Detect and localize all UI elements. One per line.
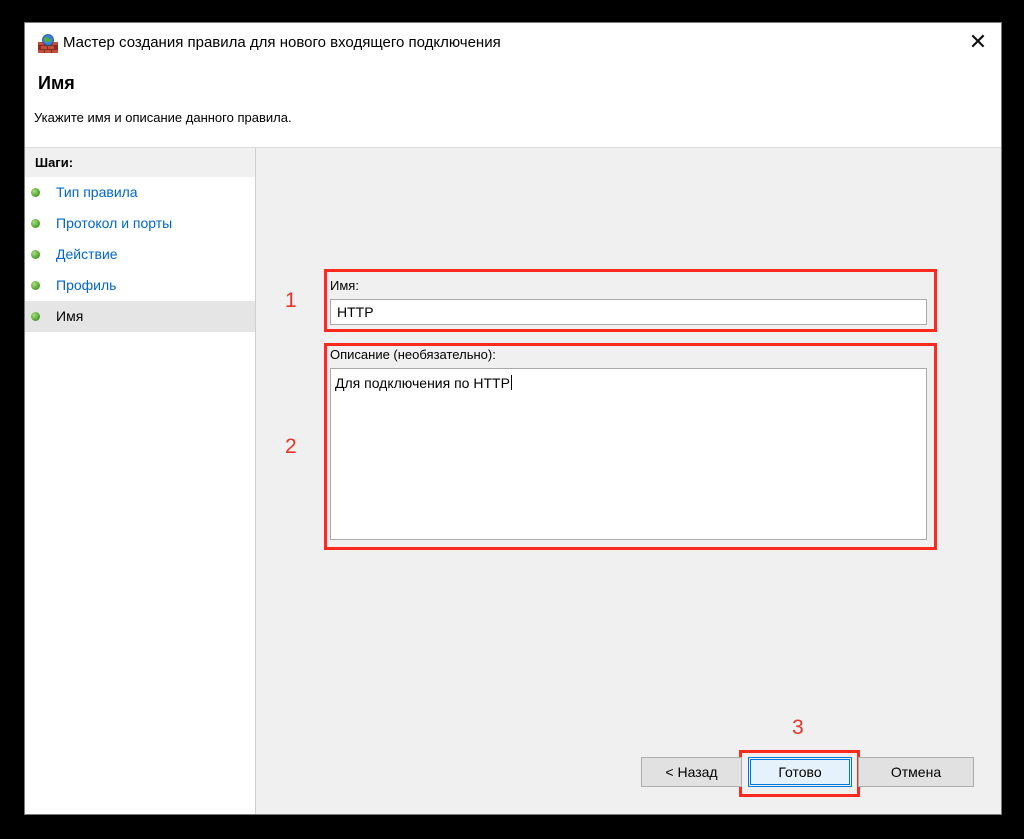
sidebar-item-label: Действие	[56, 246, 118, 262]
page-title: Имя	[38, 73, 75, 93]
annotation-number-1: 1	[285, 289, 297, 312]
close-button[interactable]: ✕	[955, 23, 1001, 61]
green-dot-icon	[31, 188, 40, 197]
steps-sidebar: Шаги: Тип правила Протокол и порты Дейст…	[25, 148, 255, 814]
annotation-box-description	[324, 343, 937, 550]
close-icon: ✕	[968, 29, 988, 54]
wizard-window: Мастер создания правила для нового входя…	[24, 22, 1002, 815]
title-bar: Мастер создания правила для нового входя…	[25, 23, 1001, 65]
sidebar-item-profile[interactable]: Профиль	[25, 270, 255, 301]
annotation-box-name	[324, 269, 937, 332]
annotation-number-3: 3	[792, 716, 804, 739]
sidebar-divider	[255, 148, 256, 814]
sidebar-item-label: Профиль	[56, 277, 117, 293]
sidebar-item-rule-type[interactable]: Тип правила	[25, 177, 255, 208]
green-dot-icon	[31, 250, 40, 259]
sidebar-item-label: Тип правила	[56, 184, 138, 200]
sidebar-item-action[interactable]: Действие	[25, 239, 255, 270]
cancel-button[interactable]: Отмена	[858, 757, 974, 787]
green-dot-icon	[31, 312, 40, 321]
page-description: Укажите имя и описание данного правила.	[34, 110, 292, 125]
firewall-icon	[38, 34, 58, 53]
green-dot-icon	[31, 281, 40, 290]
window-title: Мастер создания правила для нового входя…	[63, 34, 501, 51]
annotation-number-2: 2	[285, 435, 297, 458]
steps-heading: Шаги:	[25, 148, 255, 177]
finish-button[interactable]: Готово	[748, 757, 852, 787]
sidebar-item-name[interactable]: Имя	[25, 301, 255, 332]
sidebar-item-label: Протокол и порты	[56, 215, 173, 231]
back-button[interactable]: < Назад	[641, 757, 742, 787]
sidebar-item-protocol-ports[interactable]: Протокол и порты	[25, 208, 255, 239]
sidebar-item-label: Имя	[56, 308, 84, 324]
green-dot-icon	[31, 219, 40, 228]
wizard-header: Имя Укажите имя и описание данного прави…	[25, 65, 1001, 148]
